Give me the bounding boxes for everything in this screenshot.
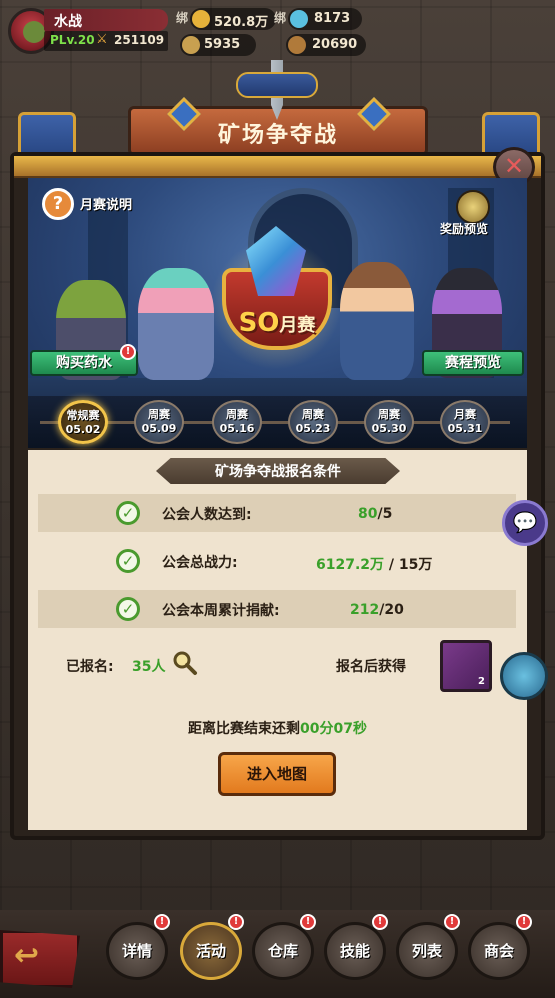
nav-button[interactable]: 商会 (468, 922, 530, 980)
buy-potion-label: 购买药水 (56, 355, 112, 371)
gold-icon (192, 10, 210, 28)
coins-box[interactable]: 20690 (286, 34, 366, 56)
condition-current: 6127.2万 (316, 557, 385, 573)
coins-value: 20690 (312, 37, 358, 52)
schedule-type: 周赛 (302, 408, 324, 421)
warrior-hero (340, 262, 414, 380)
timer-prefix: 距离比赛结束还剩 (188, 721, 301, 737)
nav-button[interactable]: 技能 (324, 922, 386, 980)
schedule-type: 周赛 (148, 408, 170, 421)
enter-map-label: 进入地图 (246, 765, 307, 783)
condition-current: 80 (358, 506, 378, 522)
avatar-face (23, 21, 45, 43)
schedule-date: 05.02 (65, 423, 101, 436)
nav-button[interactable]: 详情 (106, 922, 168, 980)
condition-row (38, 494, 516, 532)
reward-item-quantity: 2 (478, 676, 485, 687)
schedule-date: 05.31 (447, 422, 483, 435)
stars-value: 5935 (204, 37, 241, 52)
condition-required: 5 (382, 506, 393, 522)
coin-icon (288, 36, 306, 54)
conditions-title: 矿场争夺战报名条件 (215, 464, 341, 480)
notification-dot: ! (444, 914, 460, 930)
nav-button[interactable]: 仓库 (252, 922, 314, 980)
cube-icon[interactable] (500, 652, 548, 700)
stars-box[interactable]: 5935 (180, 34, 256, 56)
schedule-date: 05.09 (141, 422, 177, 435)
emblem-text: SO月赛 (222, 308, 332, 338)
schedule-preview-button[interactable]: 赛程预览 (422, 350, 524, 376)
notification-dot: ! (154, 914, 170, 930)
condition-label: 公会人数达到: (162, 507, 252, 523)
schedule-type: 周赛 (226, 408, 248, 421)
check-icon: ✓ (116, 549, 140, 573)
bound-gem-value: 8173 (314, 11, 351, 26)
notification-dot: ! (228, 914, 244, 930)
schedule-node[interactable]: 月赛 05.31 (440, 400, 490, 444)
schedule-date: 05.30 (371, 422, 407, 435)
nav-button[interactable]: 列表 (396, 922, 458, 980)
condition-value: 80/5 (358, 506, 392, 522)
condition-label: 公会总战力: (162, 555, 238, 571)
after-register-label: 报名后获得 (336, 659, 406, 675)
condition-required: 20 (384, 602, 404, 618)
registered-label: 已报名: (66, 659, 114, 675)
player-level: PLv.20 (50, 33, 95, 47)
schedule-node[interactable]: 周赛 05.30 (364, 400, 414, 444)
countdown-timer: 距离比赛结束还剩00分07秒 (28, 718, 527, 738)
reward-preview-icon[interactable] (456, 190, 490, 224)
help-icon[interactable]: ? (42, 188, 74, 220)
schedule-node[interactable]: 周赛 05.16 (212, 400, 262, 444)
registered-count: 35人 (132, 659, 166, 675)
schedule-node[interactable]: 常规赛 05.02 (58, 400, 108, 444)
condition-label: 公会本周累计捐献: (162, 603, 280, 619)
chat-icon[interactable]: 💬 (502, 500, 548, 546)
back-arrow-icon: ↩ (14, 938, 40, 973)
schedule-date: 05.23 (295, 422, 331, 435)
notification-dot: ! (516, 914, 532, 930)
bound-gold-box[interactable]: 520.8万 (190, 8, 276, 30)
star-icon (182, 36, 200, 54)
schedule-type: 周赛 (378, 408, 400, 421)
schedule-type: 月赛 (454, 408, 476, 421)
bound-gold-value: 520.8万 (214, 15, 269, 30)
gem-icon (290, 10, 308, 28)
schedule-type: 常规赛 (66, 409, 100, 422)
emblem-season: SO (238, 308, 280, 338)
reward-preview-label[interactable]: 奖励预览 (440, 220, 488, 237)
schedule-preview-label: 赛程预览 (445, 355, 501, 371)
sword-hilt (236, 72, 318, 98)
magnifier-icon[interactable] (172, 650, 198, 676)
nav-button[interactable]: 活动 (180, 922, 242, 980)
schedule-date: 05.16 (219, 422, 255, 435)
player-power: 251109 (114, 33, 165, 47)
help-label[interactable]: 月赛说明 (80, 194, 132, 213)
bound-label-2: 绑 (274, 11, 287, 25)
condition-value: 212/20 (350, 602, 404, 618)
notification-dot: ! (120, 344, 136, 360)
check-icon: ✓ (116, 597, 140, 621)
notification-dot: ! (300, 914, 316, 930)
panel-gold-trim (14, 156, 541, 178)
condition-current: 212 (350, 602, 380, 618)
condition-value: 6127.2万 / 15万 (316, 554, 432, 574)
notification-dot: ! (372, 914, 388, 930)
enter-map-button[interactable]: 进入地图 (218, 752, 336, 796)
swords-icon: ⚔ (96, 32, 108, 47)
bound-label: 绑 (176, 11, 189, 25)
condition-row (38, 542, 516, 580)
bound-gem-box[interactable]: 8173 (288, 8, 362, 30)
schedule-node[interactable]: 周赛 05.23 (288, 400, 338, 444)
check-icon: ✓ (116, 501, 140, 525)
back-button[interactable] (0, 930, 80, 988)
player-name: 水战 (54, 14, 82, 30)
elf-hero (138, 268, 214, 380)
schedule-node[interactable]: 周赛 05.09 (134, 400, 184, 444)
page-title: 矿场争夺战 (217, 123, 338, 148)
timer-value: 00分07秒 (300, 721, 367, 737)
emblem-type: 月赛 (279, 315, 316, 336)
condition-separator: / (384, 557, 399, 573)
condition-required: 15万 (398, 557, 433, 573)
